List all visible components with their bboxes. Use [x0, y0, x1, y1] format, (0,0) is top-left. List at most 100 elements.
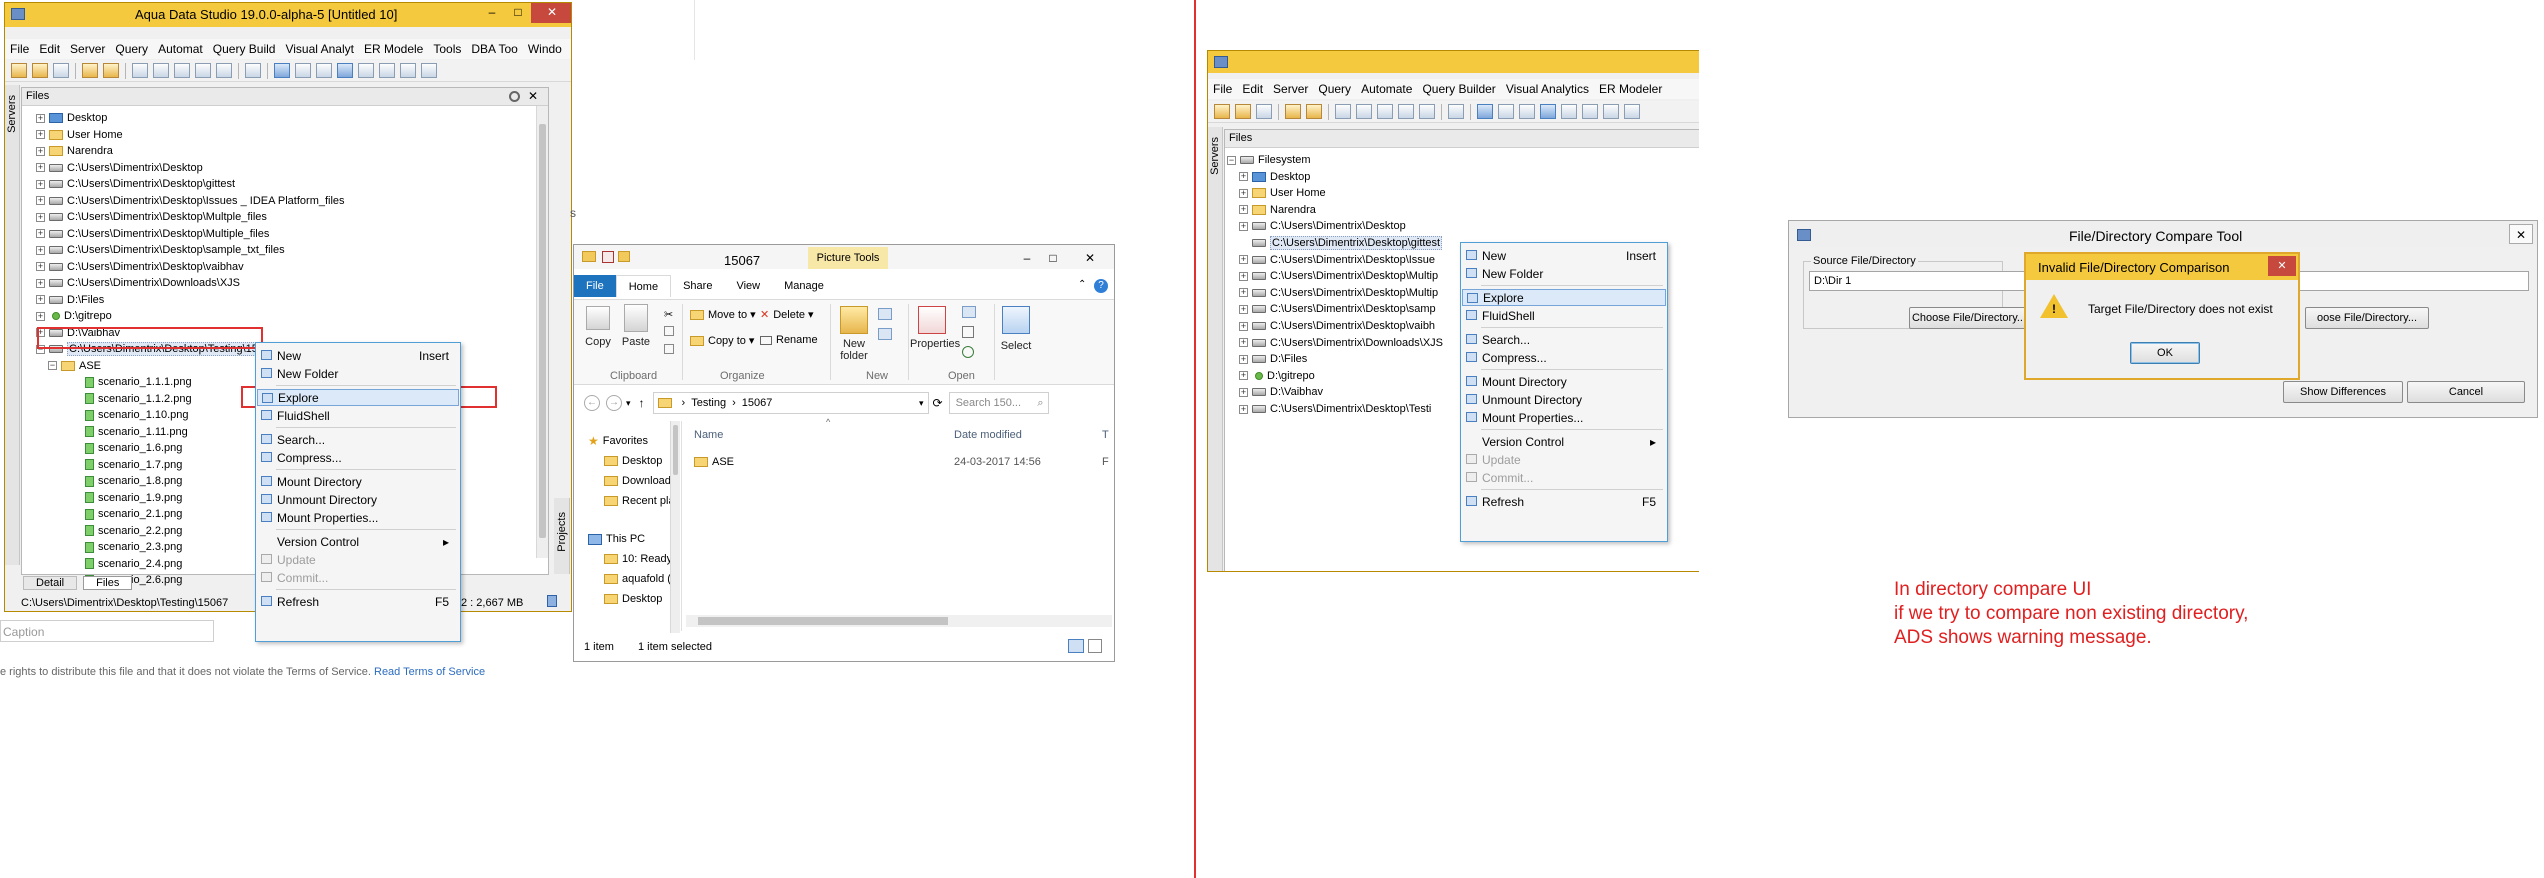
menu-tools[interactable]: Tools	[428, 42, 466, 56]
properties-button[interactable]: Properties	[910, 338, 960, 350]
toolbar-button-22[interactable]	[421, 63, 437, 78]
choose-target-button[interactable]: oose File/Directory...	[2305, 307, 2429, 329]
breadcrumb-testing[interactable]: Testing	[691, 397, 726, 409]
explorer-maximize-button[interactable]: □	[1040, 249, 1066, 269]
context-menu-refresh[interactable]: Refresh F5	[1462, 493, 1666, 510]
details-view-icon[interactable]	[1068, 639, 1084, 653]
tree-node[interactable]: + D:\gitrepo	[36, 308, 112, 324]
tree-file[interactable]: scenario_1.9.png	[72, 490, 182, 506]
toolbar-button-2[interactable]	[1256, 104, 1272, 119]
scroll-thumb[interactable]	[539, 124, 546, 538]
tree-node[interactable]: + C:\Users\Dimentrix\Desktop\samp	[1239, 301, 1436, 317]
toolbar-button-8[interactable]	[1356, 104, 1372, 119]
nav-scroll-thumb[interactable]	[673, 425, 678, 475]
tree-node[interactable]: + D:\Files	[1239, 351, 1307, 367]
menu-file[interactable]: File	[5, 42, 34, 56]
maximize-button[interactable]: □	[505, 3, 531, 23]
column-name[interactable]: Name	[694, 429, 723, 441]
tree-node[interactable]: + C:\Users\Dimentrix\Downloads\XJS	[1239, 335, 1443, 351]
menu-automat[interactable]: Automat	[153, 42, 208, 56]
h-scroll-thumb[interactable]	[698, 617, 948, 625]
open-icon[interactable]	[962, 306, 976, 318]
expander-icon[interactable]: +	[36, 113, 45, 123]
menu-er-modeler[interactable]: ER Modeler	[1594, 82, 1667, 96]
ribbon-collapse-icon[interactable]: ⌃	[1078, 279, 1086, 290]
tree-node[interactable]: + User Home	[36, 127, 123, 143]
back-icon[interactable]: ←	[584, 395, 600, 411]
tree-node[interactable]: + C:\Users\Dimentrix\Desktop\Multple_file…	[36, 209, 267, 225]
toolbar-button-11[interactable]	[216, 63, 232, 78]
context-menu-new-folder[interactable]: New Folder	[257, 365, 459, 382]
context-menu-explore[interactable]: Explore	[1462, 289, 1666, 306]
menu-er-modele[interactable]: ER Modele	[359, 42, 428, 56]
toolbar-button-19[interactable]	[358, 63, 374, 78]
menu-visual-analyt[interactable]: Visual Analyt	[280, 42, 359, 56]
context-menu-new[interactable]: New Insert	[1462, 247, 1666, 264]
large-icons-view-icon[interactable]	[1088, 639, 1102, 653]
menu-server[interactable]: Server	[65, 42, 110, 56]
cancel-button[interactable]: Cancel	[2407, 381, 2525, 403]
forward-icon[interactable]: →	[606, 395, 622, 411]
detail-tab[interactable]: Detail	[23, 576, 78, 590]
tree-node[interactable]: + C:\Users\Dimentrix\Desktop\Multip	[1239, 268, 1438, 284]
nav-item[interactable]: Recent pla	[604, 493, 675, 509]
copy-path-icon[interactable]	[664, 326, 674, 336]
toolbar-button-4[interactable]	[82, 63, 98, 78]
column-type[interactable]: T	[1102, 429, 1109, 441]
expander-icon[interactable]: +	[36, 245, 45, 255]
expander-icon[interactable]: −	[1227, 155, 1236, 165]
rename-button[interactable]: Rename	[760, 334, 818, 346]
edit-icon[interactable]	[962, 326, 974, 338]
tree-node[interactable]: + D:\Vaibhav	[1239, 384, 1323, 400]
context-menu-mount-directory[interactable]: Mount Directory	[1462, 373, 1666, 390]
toolbar-button-2[interactable]	[53, 63, 69, 78]
menu-automate[interactable]: Automate	[1356, 82, 1417, 96]
tree-file[interactable]: scenario_2.2.png	[72, 523, 182, 539]
toolbar-button-5[interactable]	[1306, 104, 1322, 119]
tree-node[interactable]: + C:\Users\Dimentrix\Desktop\vaibh	[1239, 318, 1435, 334]
toolbar-button-17[interactable]	[1519, 104, 1535, 119]
caption-field[interactable]: Caption	[0, 620, 214, 642]
menu-query[interactable]: Query	[110, 42, 153, 56]
explorer-minimize-button[interactable]: –	[1014, 249, 1040, 269]
toolbar-button-15[interactable]	[1477, 104, 1493, 119]
search-box[interactable]: Search 150... ⌕	[948, 392, 1049, 414]
new-folder-button[interactable]: New folder	[836, 338, 872, 362]
nav-item[interactable]: ★ Favorites	[588, 433, 648, 449]
tree-node[interactable]: + C:\Users\Dimentrix\Desktop\Multip	[1239, 285, 1438, 301]
qat-properties-icon[interactable]	[602, 251, 614, 263]
minimize-button[interactable]: –	[479, 3, 505, 23]
tree-file[interactable]: scenario_2.1.png	[72, 506, 182, 522]
toolbar-button-22[interactable]	[1624, 104, 1640, 119]
tree-file[interactable]: scenario_2.3.png	[72, 539, 182, 555]
properties-icon[interactable]	[918, 306, 946, 334]
toolbar-button-20[interactable]	[1582, 104, 1598, 119]
tree-node[interactable]: − ASE	[48, 358, 101, 374]
context-menu-refresh[interactable]: Refresh F5	[257, 593, 459, 610]
toolbar-button-18[interactable]	[1540, 104, 1556, 119]
tree-node[interactable]: + Desktop	[1239, 169, 1310, 185]
toolbar-button-9[interactable]	[174, 63, 190, 78]
expander-icon[interactable]: +	[1239, 404, 1248, 414]
expander-icon[interactable]: +	[1239, 172, 1248, 182]
address-bar[interactable]: › Testing › 15067 ▾	[652, 392, 929, 414]
tree-file[interactable]: scenario_1.7.png	[72, 457, 182, 473]
toolbar-button-21[interactable]	[1603, 104, 1619, 119]
paste-button[interactable]: Paste	[618, 336, 654, 348]
select-icon[interactable]	[1002, 306, 1030, 334]
panel-gear-icon[interactable]	[509, 91, 520, 102]
context-menu-new-folder[interactable]: New Folder	[1462, 265, 1666, 282]
tree-node[interactable]: + D:\Files	[36, 292, 104, 308]
context-menu-version-control[interactable]: Version Control ▸	[257, 533, 459, 550]
files-tab[interactable]: Files	[83, 576, 133, 590]
nav-item[interactable]: This PC	[588, 531, 645, 547]
menu-help[interactable]: Help	[567, 42, 571, 56]
servers-tab[interactable]: Servers	[6, 95, 18, 133]
help-icon[interactable]: ?	[1094, 279, 1108, 293]
tree-node[interactable]: + C:\Users\Dimentrix\Desktop\vaibhav	[36, 259, 244, 275]
ribbon-tab-home[interactable]: Home	[615, 275, 672, 297]
ribbon-tab-manage[interactable]: Manage	[772, 280, 836, 292]
ribbon-tab-share[interactable]: Share	[671, 280, 724, 292]
context-menu-fluidshell[interactable]: FluidShell	[1462, 307, 1666, 324]
tree-file[interactable]: scenario_1.11.png	[72, 424, 188, 440]
